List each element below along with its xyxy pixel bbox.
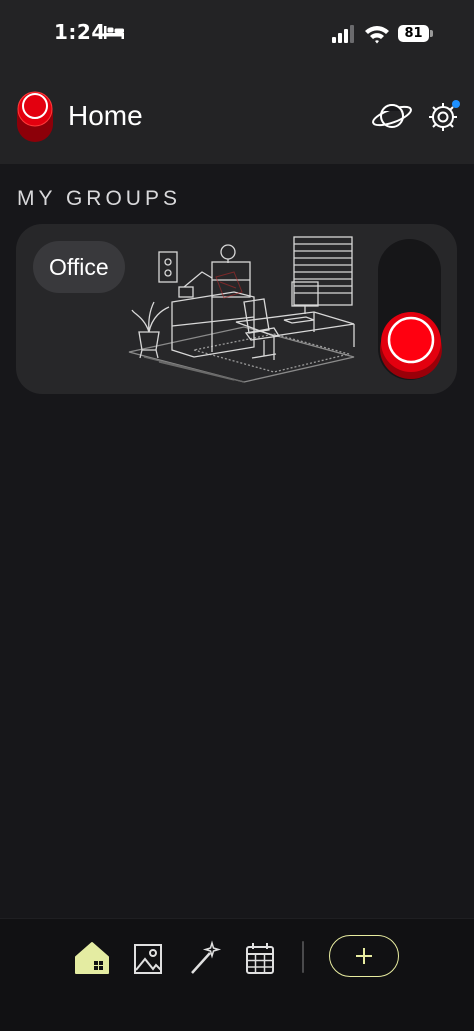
plus-icon xyxy=(356,948,372,964)
status-bar: 1:24 81 xyxy=(0,0,474,66)
app-header: Home xyxy=(0,66,474,164)
group-card-office[interactable]: Office xyxy=(16,224,457,394)
planet-icon[interactable] xyxy=(370,96,414,136)
notification-dot xyxy=(452,100,460,108)
sleep-focus-icon xyxy=(104,26,124,39)
red-toggle-logo-icon xyxy=(17,91,53,142)
bottom-tab-bar xyxy=(0,918,474,1031)
magic-wand-icon[interactable] xyxy=(184,939,224,979)
wifi-icon xyxy=(365,26,389,44)
battery-tip xyxy=(430,30,433,37)
status-time: 1:24 xyxy=(54,20,106,44)
calendar-icon[interactable] xyxy=(240,939,280,979)
group-name-chip[interactable]: Office xyxy=(33,241,125,293)
office-room-illustration xyxy=(128,236,355,383)
battery-icon: 81 xyxy=(398,25,429,42)
add-button[interactable] xyxy=(329,935,399,977)
gear-icon[interactable] xyxy=(426,98,462,134)
cellular-signal-icon xyxy=(332,25,354,43)
page-title: Home xyxy=(68,100,143,131)
image-icon[interactable] xyxy=(128,939,168,979)
home-icon[interactable] xyxy=(72,939,112,979)
section-title-my-groups: MY GROUPS xyxy=(17,187,181,210)
group-power-toggle[interactable] xyxy=(379,310,443,380)
tab-divider xyxy=(302,941,304,973)
